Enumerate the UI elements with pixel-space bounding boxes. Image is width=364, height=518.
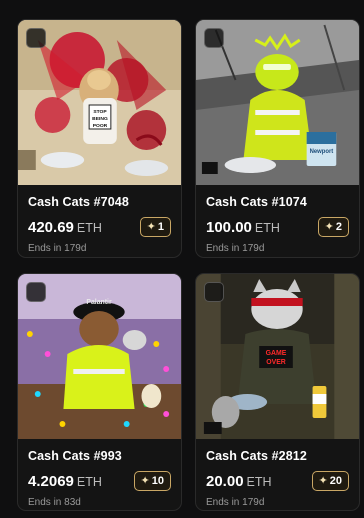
badge-count: 2 [335,221,342,233]
nft-title: Cash Cats #7048 [28,195,129,209]
nft-card[interactable]: GAME OVER Cash Cats #2812 20.00 ETH ✦ 20 E… [195,273,360,511]
ends-in: Ends in 179d [206,243,265,254]
select-checkbox[interactable] [26,282,46,302]
price-value: 4.2069 [28,473,74,490]
sparkle-icon: ✦ [140,475,150,487]
offers-badge[interactable]: ✦ 1 [139,217,171,237]
select-checkbox[interactable] [204,28,224,48]
svg-text:Palantir: Palantir [86,299,112,306]
select-checkbox[interactable] [26,28,46,48]
nft-title: Cash Cats #993 [28,449,122,463]
nft-title: Cash Cats #1074 [206,195,307,209]
offers-badge[interactable]: ✦ 2 [317,217,349,237]
svg-text:BEING: BEING [92,116,108,122]
price-value: 20.00 [206,473,244,490]
price: 20.00 ETH [206,473,272,490]
price-currency: ETH [76,221,102,235]
svg-text:GAME: GAME [266,350,287,357]
svg-text:Newport: Newport [310,149,334,155]
badge-count: 20 [329,475,342,487]
sparkle-icon: ✦ [324,221,334,233]
sparkle-icon: ✦ [146,221,156,233]
price: 4.2069 ETH [28,473,102,490]
price-currency: ETH [76,475,102,489]
ends-in: Ends in 179d [206,497,265,508]
svg-text:POOR: POOR [93,123,108,129]
price-currency: ETH [254,221,280,235]
select-checkbox[interactable] [204,282,224,302]
offers-badge[interactable]: ✦ 10 [133,471,171,491]
price-currency: ETH [246,475,272,489]
ends-in: Ends in 179d [28,243,87,254]
offers-badge[interactable]: ✦ 20 [311,471,349,491]
svg-text:STOP: STOP [93,109,107,115]
price: 420.69 ETH [28,219,102,236]
sparkle-icon: ✦ [318,475,328,487]
svg-text:OVER: OVER [266,359,286,366]
price-value: 100.00 [206,219,252,236]
nft-card[interactable]: Newport Cash Cats #1074 100.00 ETH ✦ 2 End… [195,19,360,258]
badge-count: 1 [157,221,164,233]
nft-title: Cash Cats #2812 [206,449,307,463]
ends-in: Ends in 83d [28,497,81,508]
nft-grid: STOP BEING POOR Cash Cats #7048 420.69 ET… [0,0,364,518]
price: 100.00 ETH [206,219,280,236]
price-value: 420.69 [28,219,74,236]
nft-card[interactable]: STOP BEING POOR Cash Cats #7048 420.69 ET… [17,19,182,258]
nft-card[interactable]: Palantir Cash Cats #993 4.2069 ETH ✦ 10 En… [17,273,182,511]
badge-count: 10 [151,475,164,487]
